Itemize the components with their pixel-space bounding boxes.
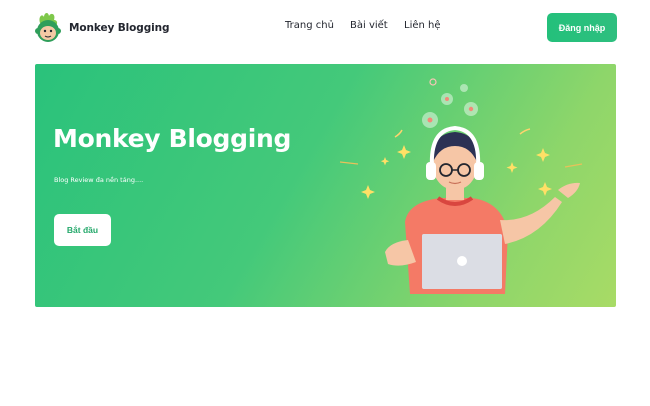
hero-banner: Monkey Blogging Blog Review đa nền tảng.… <box>35 64 616 307</box>
nav-item-home[interactable]: Trang chủ <box>285 20 334 31</box>
start-button[interactable]: Bắt đầu <box>54 214 111 246</box>
person-with-laptop-illustration <box>339 78 583 294</box>
hero-title: Monkey Blogging <box>53 124 292 153</box>
nav-item-contact[interactable]: Liên hệ <box>404 20 441 31</box>
hero-subtitle: Blog Review đa nền tảng.... <box>54 176 144 184</box>
login-button[interactable]: Đăng nhập <box>547 13 617 42</box>
nav-item-posts[interactable]: Bài viết <box>350 20 388 31</box>
site-header: Monkey Blogging Trang chủ Bài viết Liên … <box>0 0 650 56</box>
